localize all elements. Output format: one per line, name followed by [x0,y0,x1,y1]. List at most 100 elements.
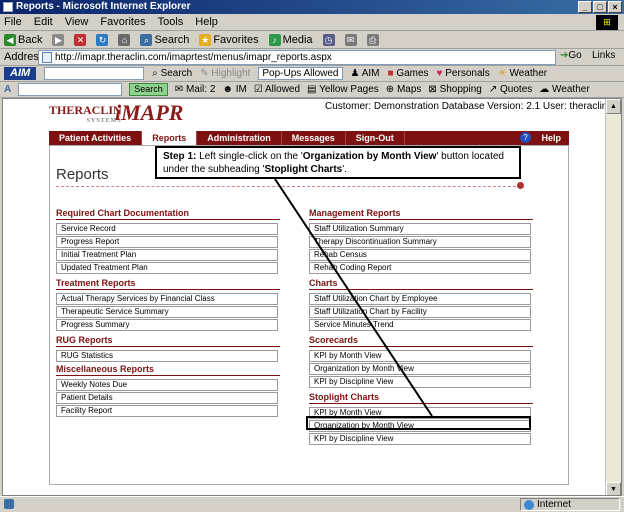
print-icon: ⎙ [366,34,379,46]
nav-help[interactable]: Help [541,131,561,145]
menu-help[interactable]: Help [195,14,218,30]
section-management: Management Reports [309,208,532,220]
aim-logo[interactable]: AIM [4,67,37,80]
security-zone: Internet [520,498,620,511]
report-progress-report[interactable]: Progress Report [56,236,278,248]
address-url: http://imapr.theraclin.com/imaprtest/men… [55,52,332,63]
report-progress-summary[interactable]: Progress Summary [56,319,278,331]
vertical-scrollbar[interactable]: ▲ ▼ [605,99,621,495]
report-rug-statistics[interactable]: RUG Statistics [56,350,278,362]
menu-view[interactable]: View [65,14,89,30]
report-patient-details[interactable]: Patient Details [56,392,278,404]
shopping-button[interactable]: ⊠ Shopping [428,84,481,95]
maximize-button[interactable]: □ [593,1,607,13]
app-nav: Patient Activities Reports Administratio… [49,131,569,145]
report-actual-therapy-services[interactable]: Actual Therapy Services by Financial Cla… [56,293,278,305]
nav-sign-out[interactable]: Sign-Out [346,131,405,145]
mail-button[interactable]: ✉ [344,34,357,46]
games-button[interactable]: ■ Games [387,68,428,79]
report-therapeutic-service-summary[interactable]: Therapeutic Service Summary [56,306,278,318]
report-initial-treatment-plan[interactable]: Initial Treatment Plan [56,249,278,261]
favorites-button[interactable]: ★ Favorites [199,34,259,46]
nav-patient-activities[interactable]: Patient Activities [49,131,143,145]
report-facility-report[interactable]: Facility Report [56,405,278,417]
home-button[interactable]: ⌂ [118,34,131,46]
scorecard-organization-by-month[interactable]: Organization by Month View [309,363,531,375]
mail-counter-button[interactable]: ✉ Mail: 2 [175,84,216,95]
scorecard-kpi-by-month[interactable]: KPI by Month View [309,350,531,362]
personals-button[interactable]: ♥ Personals [437,68,490,79]
forward-button[interactable]: ▶ [52,34,65,46]
report-therapy-discontinuation[interactable]: Therapy Discontinuation Summary [309,236,531,248]
app-header: THERACLIN SYSTEMS iMAPR Customer: Demonst… [3,99,608,131]
history-button[interactable]: ◷ [322,34,335,46]
page-icon [42,52,52,63]
customer-info: Customer: Demonstration Database Version… [325,101,608,112]
scroll-up-icon[interactable]: ▲ [606,99,621,114]
refresh-button[interactable]: ↻ [96,34,109,46]
report-service-record[interactable]: Service Record [56,223,278,235]
aim-search-input[interactable] [44,67,145,80]
games-icon: ■ [387,68,394,79]
nav-administration[interactable]: Administration [197,131,282,145]
toolbar-search-button[interactable]: Search [129,83,168,96]
section-scorecards: Scorecards [309,335,534,347]
report-rehab-coding[interactable]: Rehab Coding Report [309,262,531,274]
search-button[interactable]: ⌕ Search [140,34,189,46]
back-button[interactable]: ◀ Back [4,34,42,46]
chart-staff-by-employee[interactable]: Staff Utilization Chart by Employee [309,293,531,305]
media-button[interactable]: ♪ Media [268,34,313,46]
menu-file[interactable]: File [4,14,22,30]
toolbar-search-input[interactable] [18,83,123,96]
close-button[interactable]: × [608,1,622,13]
aim-search-button[interactable]: ⌕ Search [152,68,192,79]
address-bar: Address http://imapr.theraclin.com/imapr… [0,49,624,66]
media-icon: ♪ [268,34,281,46]
scroll-down-icon[interactable]: ▼ [606,482,621,495]
menu-favorites[interactable]: Favorites [100,14,145,30]
chart-staff-by-facility[interactable]: Staff Utilization Chart by Facility [309,306,531,318]
callout-text-3: '. [342,164,347,175]
report-updated-treatment-plan[interactable]: Updated Treatment Plan [56,262,278,274]
globe-icon [524,500,534,510]
history-icon: ◷ [322,34,335,46]
quotes-button[interactable]: ↗ Quotes [489,84,532,95]
page-status-icon [4,499,14,509]
reports-panel: Reports Required Chart Documentation Ser… [49,145,569,485]
print-button[interactable]: ⎙ [366,34,379,46]
help-icon[interactable]: ? [520,132,531,143]
go-button[interactable]: ➔Go [560,50,582,61]
window-title: Reports - Microsoft Internet Explorer [16,1,191,12]
section-misc: Miscellaneous Reports [56,364,281,376]
chart-service-minutes-trend[interactable]: Service Minutes Trend [309,319,531,331]
weather-toolbar-button[interactable]: ☁ Weather [539,84,589,95]
popups-allowed-button[interactable]: Pop-Ups Allowed [258,67,343,80]
report-rehab-census[interactable]: Rehab Census [309,249,531,261]
allowed-button[interactable]: ☑ Allowed [254,84,300,95]
aim-button[interactable]: ♟ AIM [351,68,380,79]
menu-edit[interactable]: Edit [34,14,53,30]
report-weekly-notes-due[interactable]: Weekly Notes Due [56,379,278,391]
im-button[interactable]: ☻ IM [222,84,246,95]
back-arrow-icon: ◀ [4,34,16,46]
links-button[interactable]: Links [592,50,615,61]
minimize-button[interactable]: _ [578,1,592,13]
nav-reports[interactable]: Reports [142,131,198,145]
report-staff-utilization-summary[interactable]: Staff Utilization Summary [309,223,531,235]
highlight-button[interactable]: ✎ Highlight [200,68,250,79]
nav-messages[interactable]: Messages [282,131,346,145]
callout-target: Organization by Month View [302,151,437,162]
menu-tools[interactable]: Tools [158,14,184,30]
toolbar-a-icon: A [4,84,12,95]
scorecard-kpi-by-discipline[interactable]: KPI by Discipline View [309,376,531,388]
imapr-logo: iMAPR [115,100,184,125]
callout-step: Step 1: [163,151,197,162]
stoplight-kpi-by-discipline[interactable]: KPI by Discipline View [309,433,531,445]
maps-button[interactable]: ⊕ Maps [386,84,422,95]
weather-button[interactable]: ☀ Weather [498,68,547,79]
stop-button[interactable]: ✕ [74,34,87,46]
mail-icon: ✉ [344,34,357,46]
star-icon: ★ [199,34,212,46]
yellow-pages-button[interactable]: ▤ Yellow Pages [307,84,379,95]
address-input[interactable]: http://imapr.theraclin.com/imaprtest/men… [38,50,556,65]
